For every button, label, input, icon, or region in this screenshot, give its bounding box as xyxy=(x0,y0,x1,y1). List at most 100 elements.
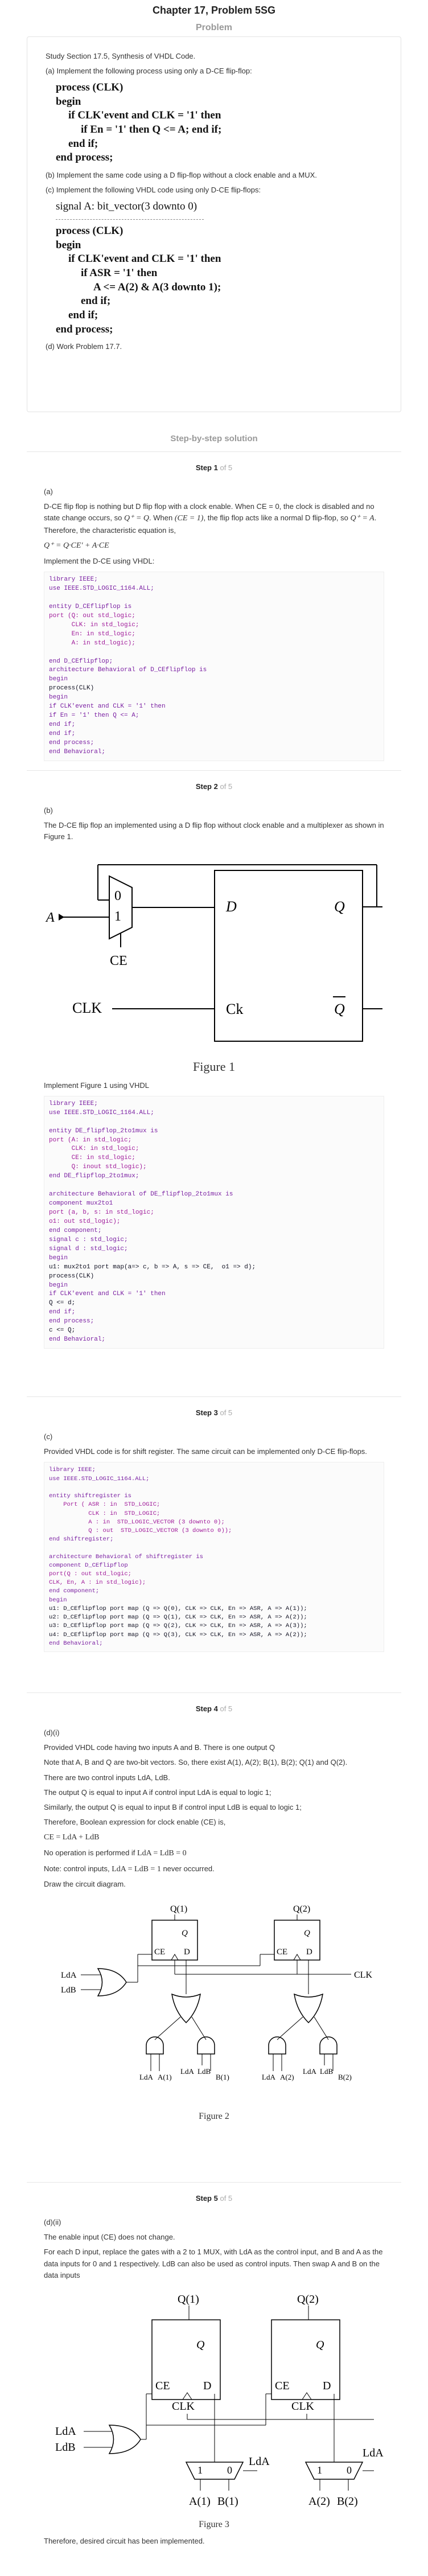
figure-2-caption: Figure 2 xyxy=(199,2111,229,2122)
problem-card: Study Section 17.5, Synthesis of VHDL Co… xyxy=(27,36,401,412)
code-line: end Behavioral; xyxy=(49,748,106,755)
svg-text:Q: Q xyxy=(196,2339,205,2351)
code-line: begin xyxy=(49,1596,67,1604)
step-3: Step 3 of 5 (c) Provided VHDL code is fo… xyxy=(27,1396,401,1692)
step-1-char-eq: Q⁺ = Q·CE′ + A·CE xyxy=(44,541,109,550)
code-line: library IEEE; xyxy=(49,576,98,584)
code-line: u1: mux2to1 port map(a=> c, b => A, s =>… xyxy=(49,1263,256,1271)
code-line: entity D_CEflipflop is xyxy=(49,603,132,610)
code-line: signal d : std_logic; xyxy=(49,1245,128,1252)
code-line: c <= Q; xyxy=(49,1327,76,1334)
code-line: Q: inout std_logic); xyxy=(49,1164,147,1171)
code-line: Port ( ASR : in STD_LOGIC; xyxy=(49,1501,160,1509)
svg-text:LdA: LdA xyxy=(180,2067,194,2076)
code-line: end D_CEflipflop; xyxy=(49,658,113,665)
divider xyxy=(56,219,204,220)
clk-label: CLK xyxy=(72,1000,102,1016)
code-line: begin xyxy=(49,694,68,701)
svg-text:Q: Q xyxy=(316,2339,324,2351)
code-line: component D_CEflipflop xyxy=(49,1562,128,1569)
code-line: port (A: in std_logic; xyxy=(49,1136,132,1144)
svg-text:Q: Q xyxy=(304,1929,310,1938)
page: Chapter 17, Problem 5SG Problem Study Se… xyxy=(0,0,428,2546)
signal-line: signal A: bit_vector(3 downto 0) xyxy=(56,200,197,213)
svg-text:CLK: CLK xyxy=(172,2400,195,2413)
draw-text: Draw the circuit diagram. xyxy=(44,1880,126,1889)
code-line: CE: in std_logic; xyxy=(49,1155,135,1162)
step-3-code: library IEEE; use IEEE.STD_LOGIC_1164.ALL… xyxy=(44,1462,384,1653)
svg-text:CE: CE xyxy=(277,1948,287,1957)
input-a-label: A xyxy=(45,910,55,925)
final-text: Therefore, desired circuit has been impl… xyxy=(44,2536,205,2545)
figure-3-diagram: Q(1) Q CE D CLK Q(2) Q CE D CLK LdA LdB xyxy=(55,2293,384,2508)
svg-text:D: D xyxy=(323,2380,331,2392)
mux-1-label: 1 xyxy=(114,909,121,924)
code-line: port(Q : out std_logic; xyxy=(49,1571,131,1578)
svg-text:LdA: LdA xyxy=(262,2073,275,2081)
code-line: entity shiftregister is xyxy=(49,1493,131,1500)
svg-text:A(2): A(2) xyxy=(280,2073,294,2081)
svg-text:B(1): B(1) xyxy=(217,2495,238,2508)
code-line: component mux2to1 xyxy=(49,1200,113,1207)
code-line: u2: D_CEflipflop port map (Q => Q(1), CL… xyxy=(49,1614,307,1621)
or-gate-2 xyxy=(294,1994,323,2024)
svg-text:LdB: LdB xyxy=(55,2441,76,2454)
figure-1-diagram: 0 1 A CE D Q CLK Ck Q xyxy=(45,864,382,1042)
code-line: o1: out std_logic); xyxy=(49,1218,121,1225)
svg-text:1: 1 xyxy=(317,2464,322,2476)
code-line: end process; xyxy=(49,739,94,746)
svg-text:LdA: LdA xyxy=(249,2455,270,2468)
code-line: architecture Behavioral of shiftregister… xyxy=(49,1553,203,1560)
code-line: end Behavioral; xyxy=(49,1336,106,1344)
step-4-line: Therefore, Boolean expression for clock … xyxy=(44,1817,226,1826)
mux-2 xyxy=(304,2462,364,2480)
code-line: architecture Behavioral of D_CEflipflop … xyxy=(49,667,207,674)
svg-text:A(1): A(1) xyxy=(158,2073,172,2081)
step-3-header: Step 3 of 5 xyxy=(195,1408,233,1417)
figure-3-caption: Figure 3 xyxy=(199,2519,229,2529)
problem-code-c: process (CLK) begin if CLK'event and CLK… xyxy=(56,224,221,335)
or-gate-ce xyxy=(108,2425,141,2454)
step-2-text: The D-CE flip flop an implemented using … xyxy=(44,821,384,841)
code-line: process(CLK) xyxy=(49,1272,94,1280)
svg-text:CE: CE xyxy=(155,2380,170,2392)
code-line: library IEEE; xyxy=(49,1100,98,1107)
step-3-text: Provided VHDL code is for shift register… xyxy=(44,1447,367,1456)
svg-text:A(2): A(2) xyxy=(308,2495,330,2508)
svg-text:B(1): B(1) xyxy=(216,2073,229,2081)
ff2: Q(2) Q CE D xyxy=(274,1904,320,1961)
code-line: signal c : std_logic; xyxy=(49,1236,128,1243)
figure-2-diagram: Q(1) Q CE D Q(2) Q CE D CLK LdA LdB LdA … xyxy=(61,1904,372,2081)
step-4-line: There are two control inputs LdA, LdB. xyxy=(44,1773,170,1782)
code-line: end Behavioral; xyxy=(49,1640,103,1647)
code-line: Q <= d; xyxy=(49,1300,76,1307)
code-line: if CLK'event and CLK = '1' then xyxy=(49,703,166,710)
step-5-header: Step 5 of 5 xyxy=(195,2194,233,2203)
code-line: architecture Behavioral of DE_flipflop_2… xyxy=(49,1191,233,1198)
code-line: u1: D_CEflipflop port map (Q => Q(0), CL… xyxy=(49,1605,307,1612)
code-line: CLK, En, A : in std_logic); xyxy=(49,1579,146,1587)
svg-text:LdA: LdA xyxy=(55,2425,76,2438)
step-4-line: Note that A, B and Q are two-bit vectors… xyxy=(44,1758,348,1767)
svg-text:CE: CE xyxy=(154,1948,165,1957)
svg-text:0: 0 xyxy=(227,2464,232,2476)
step-1-text: D-CE flip flop is nothing but D flip flo… xyxy=(44,502,377,535)
problem-part-d: (d) Work Problem 17.7. xyxy=(46,342,122,351)
ce-equation: CE = LdA + LdB xyxy=(44,1833,100,1842)
code-line: end if; xyxy=(49,730,76,738)
problem-part-c: (c) Implement the following VHDL code us… xyxy=(46,185,261,194)
step-2-part: (b) xyxy=(44,806,53,815)
problem-intro: Study Section 17.5, Synthesis of VHDL Co… xyxy=(46,52,196,60)
code-line: u3: D_CEflipflop port map (Q => Q(2), CL… xyxy=(49,1622,307,1630)
qbar-label: Q xyxy=(334,1001,345,1017)
step-4: Step 4 of 5 (d)(i) Provided VHDL code ha… xyxy=(27,1692,401,2182)
svg-text:LdA: LdA xyxy=(139,2073,153,2081)
step-2-code: library IEEE; use IEEE.STD_LOGIC_1164.ALL… xyxy=(44,1095,384,1349)
code-line: end if; xyxy=(49,721,76,729)
svg-text:Q(2): Q(2) xyxy=(293,1904,310,1914)
problem-part-b: (b) Implement the same code using a D fl… xyxy=(46,171,317,180)
step-5-line: For each D input, replace the gates with… xyxy=(44,2248,383,2279)
svg-text:LdA: LdA xyxy=(363,2447,384,2459)
